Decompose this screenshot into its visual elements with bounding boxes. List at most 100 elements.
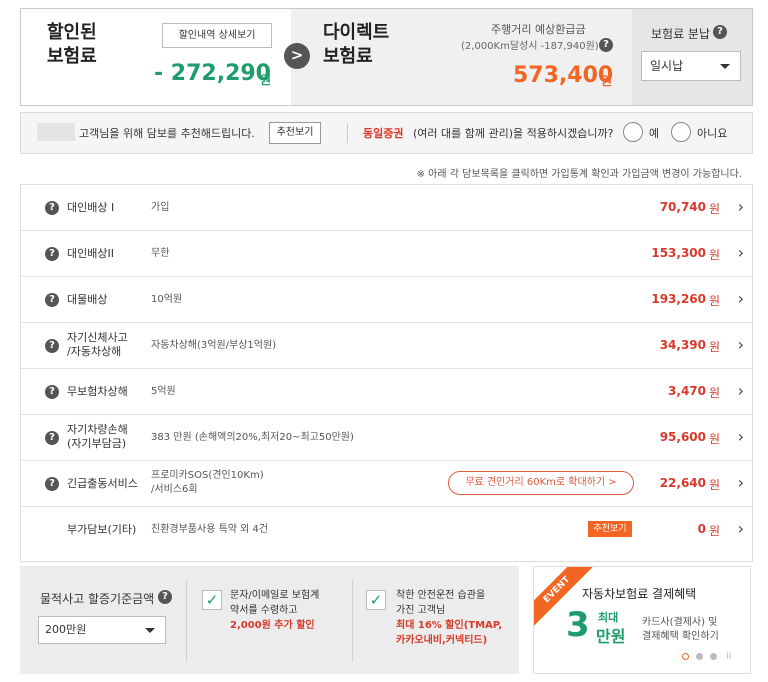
option-discount-text: 2,000원 추가 할인 [230,620,315,631]
arrow-right-icon: > [284,43,310,69]
email-contract-checkbox[interactable]: ✓ [202,590,222,610]
coverage-name: 무보험차상해 [67,385,128,398]
direct-title-line1: 다이렉트 [323,22,390,43]
accident-threshold-value: 200만원 [45,623,87,636]
coverage-list: ? 대인배상 I 가입 70,740 원 › ? 대인배상II 무한 153,3… [20,184,753,562]
accident-threshold-select[interactable]: 200만원 [38,616,166,644]
refund-subtext: (2,000Km달성시 -187,940원) [461,41,599,52]
coverage-detail: 무한 [151,248,170,259]
help-icon[interactable]: ? [599,38,613,52]
option-text-line: 문자/이메일로 보험계 [230,590,320,601]
discount-amount: - 272,290 [154,61,271,86]
direct-premium-amount: 573,400 [513,63,614,88]
coverage-name: 대물배상 [67,293,108,306]
coverage-detail: 10억원 [151,294,183,305]
coverage-unit: 원 [708,202,720,216]
divider [352,580,353,662]
payment-selected-value: 일시납 [650,59,684,73]
same-policy-label: 동일증권 [363,127,404,140]
chevron-right-icon[interactable]: › [738,381,744,400]
option-discount-text: 최대 16% 할인(TMAP, [396,620,503,631]
event-banner[interactable]: EVENT 자동차보험료 결제혜택 3 최대 만원 카드사(결제사) 및 결제혜… [533,566,751,674]
chevron-right-icon[interactable]: › [738,519,744,538]
coverage-row[interactable]: ? 대물배상 10억원 193,260 원 › [21,277,752,323]
help-icon[interactable]: ? [158,590,172,604]
event-amount-unit: 만원 [596,627,626,646]
event-description: 결제혜택 확인하기 [642,631,719,642]
recommend-text: 고객님을 위해 담보를 추천해드립니다. [79,127,255,140]
coverage-price: 70,740 [659,200,706,214]
help-icon[interactable]: ? [45,201,59,215]
pause-icon[interactable]: II [726,652,731,662]
option-text-line: 착한 안전운전 습관을 [396,590,486,601]
coverage-name: 자기차량손해 (자기부담금) [67,423,128,451]
carousel-dot[interactable] [710,653,717,660]
coverage-name-line1: 자기차량손해 [67,423,128,436]
coverage-row[interactable]: ? 긴급출동서비스 프로미카SOS(견인10Km) /서비스6회 무료 견인거리… [21,461,752,507]
coverage-name: 긴급출동서비스 [67,477,138,490]
premium-unit: 원 [601,74,613,88]
discount-detail-button[interactable]: 할인내역 상세보기 [162,23,272,48]
recommend-button[interactable]: 추천보기 [269,122,321,144]
coverage-name: 부가담보(기타) [67,523,137,536]
event-title: 자동차보험료 결제혜택 [582,587,697,601]
help-icon[interactable]: ? [45,385,59,399]
safe-driving-checkbox[interactable]: ✓ [366,590,386,610]
coverage-row[interactable]: 부가담보(기타) 친환경부품사용 특약 외 4건 추천보기 0 원 › [21,507,752,553]
coverage-price: 3,470 [668,384,706,398]
email-contract-text: 문자/이메일로 보험계 약서를 수령하고 2,000원 추가 할인 [230,588,319,633]
chevron-right-icon[interactable]: › [738,427,744,446]
help-icon[interactable]: ? [45,247,59,261]
coverage-unit: 원 [708,340,720,354]
discount-title-line1: 할인된 [47,22,97,43]
recommend-bar: 고객님을 위해 담보를 추천해드립니다. 추천보기 동일증권 (여러 대를 함께… [20,112,753,154]
carousel-dot-active[interactable] [682,653,689,660]
coverage-name: 자기신체사고 /자동차상해 [67,331,128,359]
same-policy-question: (여러 대를 함께 관리)을 적용하시겠습니까? [413,127,614,140]
coverage-detail-line2: /서비스6회 [151,484,198,495]
coverage-price: 95,600 [659,430,706,444]
option-text-line: 약서를 수령하고 [230,605,298,616]
coverage-unit: 원 [708,432,720,446]
radio-yes-label: 예 [649,127,660,140]
coverage-unit: 원 [708,248,720,262]
help-icon[interactable]: ? [713,25,727,39]
help-icon[interactable]: ? [45,339,59,353]
coverage-detail: 가입 [151,202,170,213]
coverage-price: 193,260 [651,292,706,306]
coverage-name: 대인배상II [67,247,114,260]
coverage-row[interactable]: ? 대인배상 I 가입 70,740 원 › [21,185,752,231]
coverage-name: 대인배상 I [67,201,115,214]
chevron-right-icon[interactable]: › [738,335,744,354]
divider [186,580,187,662]
help-icon[interactable]: ? [45,293,59,307]
chevron-right-icon[interactable]: › [738,289,744,308]
coverage-name-line2: /자동차상해 [67,345,122,358]
option-discount-text: 카카오내비,커넥티드) [396,635,488,646]
coverage-row[interactable]: ? 무보험차상해 5억원 3,470 원 › [21,369,752,415]
coverage-row[interactable]: ? 자기차량손해 (자기부담금) 383 만원 (손해액의20%,최저20~최고… [21,415,752,461]
coverage-detail: 383 만원 (손해액의20%,최저20~최고50만원) [151,432,354,443]
radio-no-label: 아니요 [697,127,728,140]
coverage-name-line1: 자기신체사고 [67,331,128,344]
coverage-row[interactable]: ? 자기신체사고 /자동차상해 자동차상해(3억원/부상1억원) 34,390 … [21,323,752,369]
radio-no[interactable] [671,122,691,142]
carousel-dot[interactable] [696,653,703,660]
direct-title-line2: 보험료 [323,46,373,67]
payment-select[interactable]: 일시납 [641,51,741,81]
chevron-right-icon[interactable]: › [738,473,744,492]
chevron-right-icon[interactable]: › [738,197,744,216]
radio-yes[interactable] [623,122,643,142]
coverage-row[interactable]: ? 대인배상II 무한 153,300 원 › [21,231,752,277]
coverage-detail: 프로미카SOS(견인10Km) /서비스6회 [151,469,264,497]
coverage-unit: 원 [708,478,720,492]
coverage-detail-line1: 프로미카SOS(견인10Km) [151,470,264,481]
help-icon[interactable]: ? [45,431,59,445]
recommend-tag-button[interactable]: 추천보기 [588,521,632,537]
safe-driving-text: 착한 안전운전 습관을 가진 고객님 최대 16% 할인(TMAP, 카카오내비… [396,588,502,648]
help-icon[interactable]: ? [45,477,59,491]
extend-tow-distance-button[interactable]: 무료 견인거리 60Km로 확대하기 > [448,471,634,495]
coverage-name-line2: (자기부담금) [67,437,127,450]
event-description: 카드사(결제사) 및 [642,617,718,628]
chevron-right-icon[interactable]: › [738,243,744,262]
